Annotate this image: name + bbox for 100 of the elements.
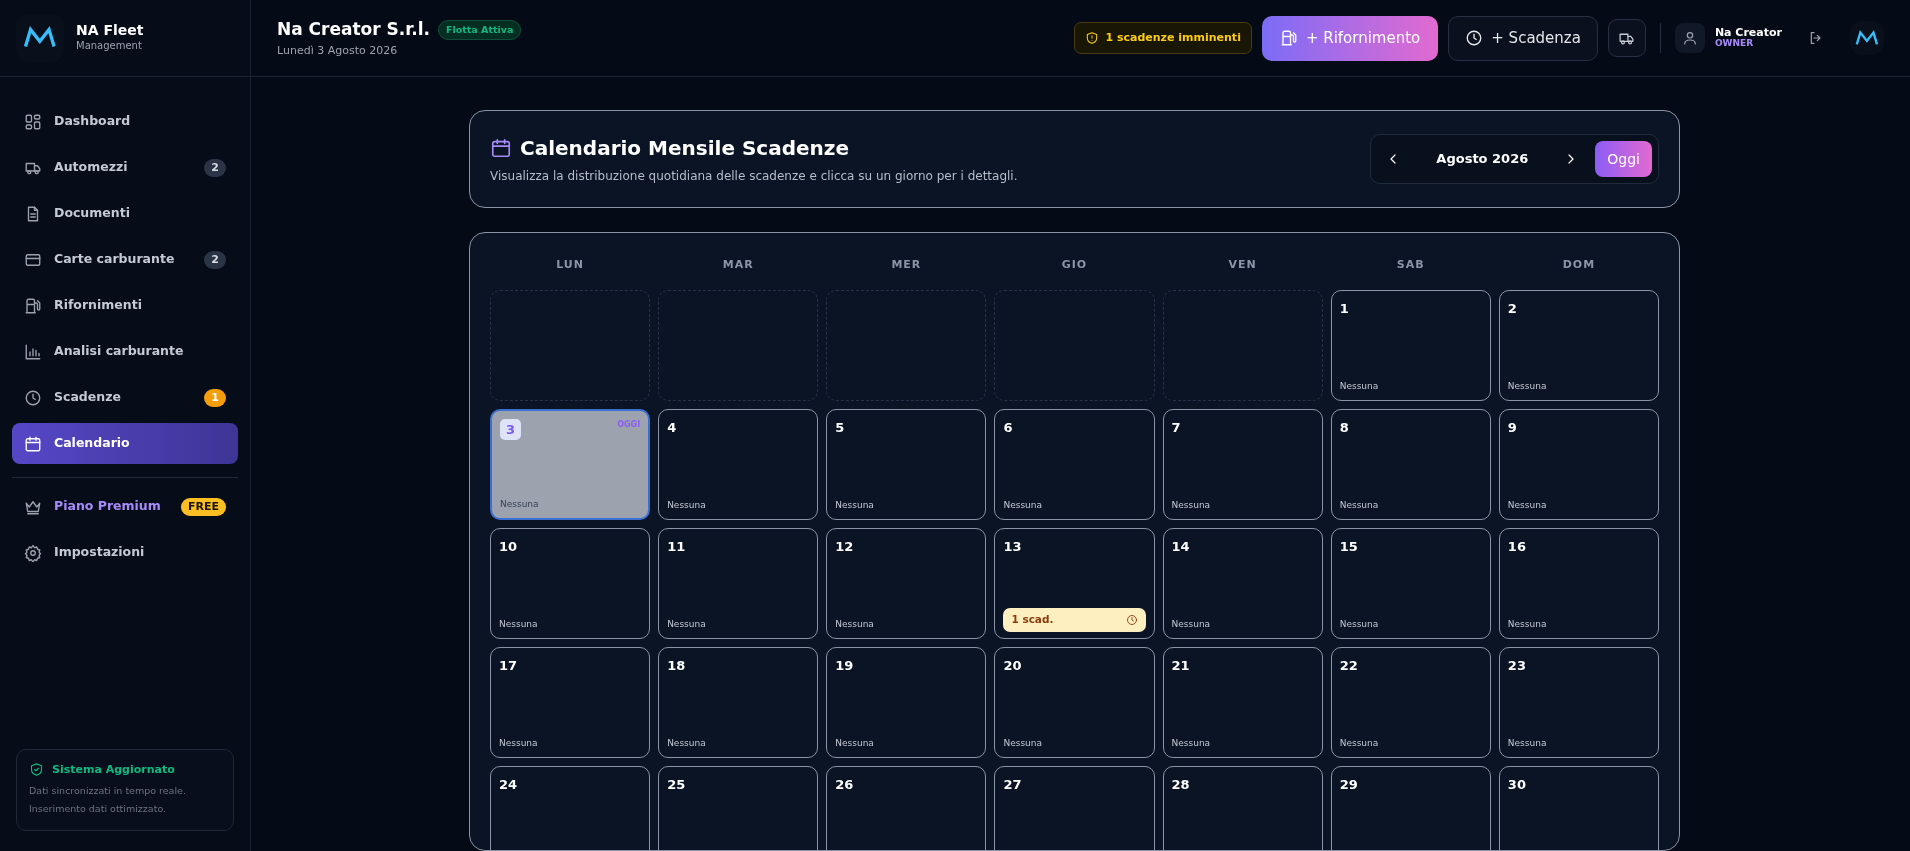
day-number: 13 <box>1003 537 1022 556</box>
day-status: Nessuna <box>835 499 874 512</box>
day-cell[interactable]: 8 Nessuna <box>1330 408 1491 520</box>
day-cell[interactable]: 20 Nessuna <box>994 646 1155 758</box>
company-name: Na Creator S.r.l. <box>277 18 430 41</box>
day-number: 3 <box>500 418 522 440</box>
day-cell[interactable]: 27 <box>994 765 1155 850</box>
day-cell[interactable]: 13 1 scad. <box>994 527 1155 639</box>
day-status: Nessuna <box>1507 499 1547 512</box>
day-number: 30 <box>1507 775 1526 794</box>
weekday-label: VEN <box>1227 257 1258 273</box>
day-cell[interactable]: 4 Nessuna <box>658 408 819 520</box>
user-role: OWNER <box>1714 39 1755 49</box>
weekday-label: SAB <box>1395 257 1426 273</box>
day-status: Nessuna <box>499 737 538 750</box>
day-cell[interactable]: 1 Nessuna <box>1330 289 1491 401</box>
day-cell[interactable]: 30 <box>1498 765 1659 850</box>
day-number: 22 <box>1339 656 1358 675</box>
deadline-alert[interactable]: 1 scadenze imminenti <box>1074 21 1252 55</box>
weekday-label: DOM <box>1561 257 1597 273</box>
day-status: Nessuna <box>667 618 706 631</box>
company-logo-icon <box>1850 21 1884 55</box>
day-cell[interactable]: 11 Nessuna <box>658 527 819 639</box>
day-number: 1 <box>1339 299 1349 318</box>
weekday-label: GIO <box>1060 257 1089 273</box>
calendar-icon <box>24 434 42 453</box>
today-button[interactable]: Oggi <box>1595 141 1652 177</box>
sidebar-item[interactable]: Documenti <box>12 193 238 234</box>
status-text: Dati sincronizzati in tempo reale. <box>29 784 187 798</box>
day-number: 29 <box>1339 775 1358 794</box>
day-number: 8 <box>1339 418 1349 437</box>
day-cell[interactable]: 14 Nessuna <box>1162 527 1323 639</box>
day-status: Nessuna <box>835 737 874 750</box>
plan-badge: FREE <box>181 497 226 516</box>
day-status: Nessuna <box>667 737 706 750</box>
day-number: 4 <box>667 418 677 437</box>
calendar-title: Calendario Mensile Scadenze <box>520 135 849 162</box>
sidebar-item[interactable]: Impostazioni <box>12 532 238 573</box>
day-cell[interactable]: 19 Nessuna <box>826 646 987 758</box>
vehicle-button[interactable] <box>1607 19 1646 57</box>
month-label: Agosto 2026 <box>1435 150 1530 169</box>
sidebar-item[interactable]: Automezzi 2 <box>12 147 238 188</box>
day-cell[interactable]: 28 <box>1162 765 1323 850</box>
logo-icon <box>16 14 64 62</box>
day-cell[interactable]: 5 Nessuna <box>826 408 987 520</box>
day-number: 25 <box>667 775 686 794</box>
day-cell[interactable]: 25 <box>658 765 819 850</box>
app-title: NA Fleet <box>76 22 144 39</box>
day-number: 14 <box>1171 537 1190 556</box>
calendar-subtitle: Visualizza la distribuzione quotidiana delle scadenze e clicca su un giorno per i dettagli. <box>490 168 1018 185</box>
day-cell[interactable]: 29 <box>1330 765 1491 850</box>
day-number: 24 <box>499 775 518 794</box>
day-number: 23 <box>1507 656 1526 675</box>
sidebar-item[interactable]: Dashboard <box>12 101 238 142</box>
day-cell[interactable]: 21 Nessuna <box>1162 646 1323 758</box>
day-cell[interactable]: 7 Nessuna <box>1162 408 1323 520</box>
day-number: 19 <box>835 656 854 675</box>
current-date: Lunedì 3 Agosto 2026 <box>277 42 399 59</box>
day-status: Nessuna <box>1339 499 1379 512</box>
day-cell[interactable]: 24 <box>490 765 651 850</box>
shield-alert-icon <box>1085 31 1100 45</box>
status-title: Sistema Aggiornato <box>52 761 175 778</box>
day-cell[interactable]: 18 Nessuna <box>658 646 819 758</box>
day-status: Nessuna <box>1507 737 1547 750</box>
day-number: 16 <box>1507 537 1526 556</box>
day-status: Nessuna <box>1339 737 1379 750</box>
sidebar-item[interactable]: Scadenze 1 <box>12 377 238 418</box>
add-refuel-button[interactable]: + Rifornimento <box>1261 15 1439 61</box>
day-cell[interactable]: 10 Nessuna <box>490 527 651 639</box>
app-subtitle: Management <box>76 39 143 54</box>
day-cell[interactable]: 26 <box>826 765 987 850</box>
sidebar-item[interactable]: Piano Premium FREE <box>12 486 238 527</box>
day-number: 11 <box>667 537 686 556</box>
day-cell[interactable]: 17 Nessuna <box>490 646 651 758</box>
deadline-chip[interactable]: 1 scad. <box>1003 607 1146 632</box>
day-cell[interactable]: 9 Nessuna <box>1498 408 1659 520</box>
day-status: Nessuna <box>1507 618 1547 631</box>
day-number: 6 <box>1003 418 1013 437</box>
day-cell[interactable]: 16 Nessuna <box>1498 527 1659 639</box>
day-status: Nessuna <box>1507 380 1547 393</box>
day-cell[interactable]: 22 Nessuna <box>1330 646 1491 758</box>
sidebar-item[interactable]: Carte carburante 2 <box>12 239 238 280</box>
day-status: Nessuna <box>1339 618 1379 631</box>
bar-chart-icon <box>24 342 42 361</box>
weekday-label: MER <box>890 257 923 273</box>
sidebar-item[interactable]: Calendario <box>12 423 238 464</box>
day-status: Nessuna <box>500 498 539 511</box>
day-cell[interactable]: 15 Nessuna <box>1330 527 1491 639</box>
day-cell[interactable]: 2 Nessuna <box>1498 289 1659 401</box>
day-cell[interactable]: 6 Nessuna <box>994 408 1155 520</box>
grid-icon <box>24 112 42 131</box>
calendar-icon <box>490 137 512 159</box>
day-cell[interactable]: 12 Nessuna <box>826 527 987 639</box>
day-cell[interactable]: 23 Nessuna <box>1498 646 1659 758</box>
add-deadline-button[interactable]: + Scadenza <box>1448 15 1598 61</box>
day-cell[interactable]: 3 OGGI Nessuna <box>490 408 651 520</box>
clock-icon <box>1465 29 1484 47</box>
status-badge: Flotta Attiva <box>438 19 522 40</box>
sidebar-item[interactable]: Analisi carburante <box>12 331 238 372</box>
sidebar-item[interactable]: Rifornimenti <box>12 285 238 326</box>
